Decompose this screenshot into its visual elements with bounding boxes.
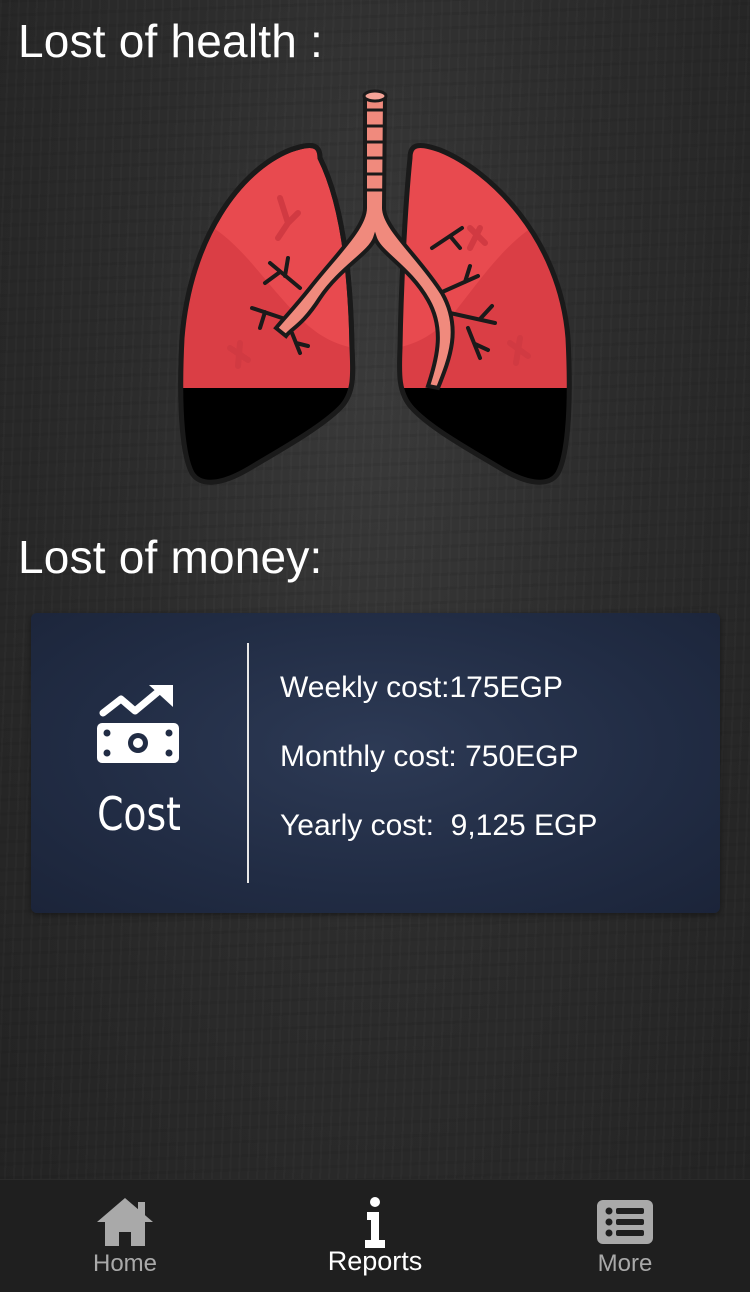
info-icon	[365, 1197, 385, 1248]
nav-label-home: Home	[92, 1250, 158, 1277]
card-divider	[247, 643, 249, 883]
nav-item-home[interactable]: Home	[0, 1180, 250, 1292]
lungs-illustration	[170, 88, 580, 498]
nav-item-more[interactable]: More	[500, 1180, 750, 1292]
health-section-title: Lost of health :	[18, 15, 323, 67]
nav-item-reports[interactable]: Reports	[250, 1180, 500, 1292]
home-icon	[97, 1198, 153, 1246]
cost-breakdown: Weekly cost:175EGP Monthly cost: 750EGP …	[280, 671, 597, 878]
nav-label-reports: Reports	[327, 1246, 423, 1276]
cost-summary: Cost	[31, 613, 247, 913]
money-section-title: Lost of money:	[18, 531, 323, 583]
money-growth-icon	[97, 685, 179, 763]
cost-label: Cost	[97, 787, 181, 841]
yearly-cost: Yearly cost: 9,125 EGP	[280, 809, 598, 842]
bottom-navigation: Home Reports More	[0, 1179, 750, 1292]
cost-card: Cost Weekly cost:175EGP Monthly cost: 75…	[31, 613, 720, 913]
lungs-icon	[178, 89, 572, 485]
right-lung	[396, 143, 572, 485]
weekly-cost: Weekly cost:175EGP	[280, 671, 563, 704]
monthly-cost: Monthly cost: 750EGP	[280, 740, 579, 773]
left-lung	[178, 143, 356, 485]
nav-label-more: More	[597, 1250, 653, 1277]
list-icon	[597, 1200, 653, 1244]
